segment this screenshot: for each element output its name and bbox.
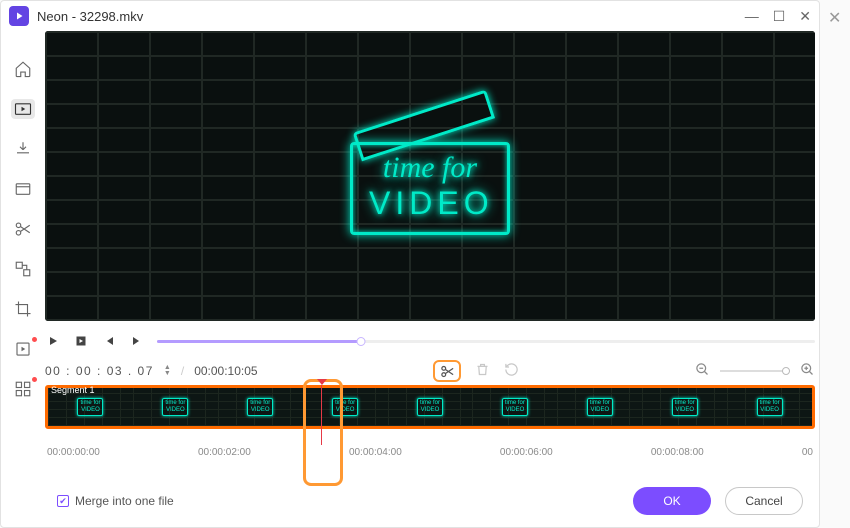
progress-thumb[interactable] <box>356 337 365 346</box>
zoom-slider[interactable] <box>720 370 790 372</box>
stop-button[interactable] <box>73 333 89 349</box>
ruler-tick: 00:00:00:00 <box>47 447 100 458</box>
timeline-thumb[interactable]: time forVIDEO <box>218 388 303 426</box>
segment-label: Segment 1 <box>51 385 95 395</box>
time-ruler: 00:00:00:00 00:00:02:00 00:00:04:00 00:0… <box>45 447 815 458</box>
timeline-thumb[interactable]: time forVIDEO <box>388 388 473 426</box>
sidebar-convert[interactable] <box>11 99 35 119</box>
sidebar-apps[interactable] <box>11 379 35 399</box>
zoom-thumb[interactable] <box>782 367 790 375</box>
sidebar-home[interactable] <box>11 59 35 79</box>
sidebar <box>1 31 45 527</box>
sidebar-effects[interactable] <box>11 339 35 359</box>
time-total: 00:00:10:05 <box>194 364 257 378</box>
minimize-button[interactable]: — <box>745 8 759 25</box>
ruler-tick: 00:00:06:00 <box>500 447 553 458</box>
merge-checkbox[interactable]: ✔ Merge into one file <box>57 494 174 508</box>
next-frame-button[interactable] <box>129 333 145 349</box>
titlebar: Neon - 32298.mkv — ☐ ✕ <box>1 1 819 31</box>
time-current-input[interactable]: 00 : 00 : 03 . 07 <box>45 364 154 378</box>
timeline-thumb[interactable]: time forVIDEO <box>133 388 218 426</box>
window-title: Neon - 32298.mkv <box>37 9 143 24</box>
timeline-thumb[interactable]: time forVIDEO <box>557 388 642 426</box>
progress-bar[interactable] <box>157 340 815 343</box>
checkbox-checked-icon: ✔ <box>57 495 69 507</box>
video-preview[interactable]: time for VIDEO <box>45 31 815 321</box>
merge-label: Merge into one file <box>75 494 174 508</box>
zoom-in-button[interactable] <box>800 362 815 380</box>
preview-content: time for VIDEO <box>350 118 510 235</box>
app-window: Neon - 32298.mkv — ☐ ✕ time <box>0 0 820 528</box>
timeline-thumb[interactable]: time forVIDEO <box>727 388 812 426</box>
zoom-out-button[interactable] <box>695 362 710 380</box>
maximize-button[interactable]: ☐ <box>773 8 786 25</box>
time-divider: / <box>181 364 184 378</box>
timeline-thumb[interactable]: time forVIDEO <box>472 388 557 426</box>
time-stepper[interactable]: ▲▼ <box>164 365 171 377</box>
app-logo <box>9 6 29 26</box>
neon-line1: time for <box>369 151 491 185</box>
stepper-down-icon[interactable]: ▼ <box>164 371 171 377</box>
timeline-thumb[interactable]: time forVIDEO <box>303 388 388 426</box>
sidebar-cut[interactable] <box>11 219 35 239</box>
ruler-tick: 00 <box>802 447 813 458</box>
ruler-tick: 00:00:04:00 <box>349 447 402 458</box>
outer-close-button[interactable]: ✕ <box>828 8 841 28</box>
delete-segment-button[interactable] <box>475 362 490 380</box>
timeline[interactable]: Segment 1 time forVIDEO time forVIDEO ti… <box>45 385 815 458</box>
sidebar-merge[interactable] <box>11 259 35 279</box>
split-button[interactable] <box>433 360 461 382</box>
sidebar-compress[interactable] <box>11 179 35 199</box>
progress-fill <box>157 340 361 343</box>
segment-strip[interactable]: time forVIDEO time forVIDEO time forVIDE… <box>45 385 815 429</box>
close-button[interactable]: ✕ <box>799 8 811 25</box>
reset-button[interactable] <box>504 362 519 380</box>
neon-line2: VIDEO <box>369 185 491 222</box>
sidebar-download[interactable] <box>11 139 35 159</box>
cancel-button[interactable]: Cancel <box>725 487 803 515</box>
play-button[interactable] <box>45 333 61 349</box>
ruler-tick: 00:00:08:00 <box>651 447 704 458</box>
ruler-tick: 00:00:02:00 <box>198 447 251 458</box>
sidebar-crop[interactable] <box>11 299 35 319</box>
timeline-thumb[interactable]: time forVIDEO <box>642 388 727 426</box>
prev-frame-button[interactable] <box>101 333 117 349</box>
ok-button[interactable]: OK <box>633 487 711 515</box>
